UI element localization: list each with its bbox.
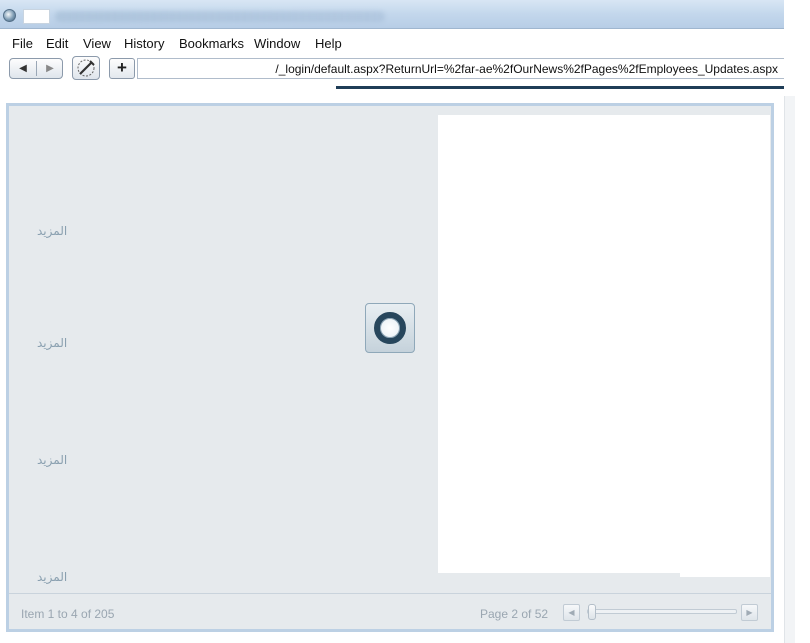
chevron-right-icon: ▶: [746, 608, 753, 617]
loading-indicator: [365, 303, 415, 353]
settings-brush-icon: [77, 59, 95, 77]
loading-ring-icon: [374, 312, 406, 344]
window-title-bar: [0, 0, 784, 29]
more-link[interactable]: المزيد: [37, 336, 67, 350]
vertical-scrollbar[interactable]: [784, 96, 795, 643]
item-range-label: Item 1 to 4 of 205: [21, 607, 115, 621]
pager-footer: Item 1 to 4 of 205 Page 2 of 52 ◀ ▶: [9, 593, 771, 630]
browser-app-icon[interactable]: [3, 9, 16, 22]
chevron-left-icon: ◀: [568, 608, 575, 617]
menu-edit[interactable]: Edit: [46, 36, 68, 51]
address-bar[interactable]: [137, 58, 784, 79]
news-panel: المزيد المزيد المزيد المزيد Item 1 to 4 …: [6, 103, 774, 632]
forward-arrow-icon: ▶: [46, 63, 54, 74]
back-button[interactable]: ◀: [10, 59, 36, 78]
menu-window[interactable]: Window: [254, 36, 300, 51]
url-host-redacted: [142, 62, 238, 75]
menu-bookmarks[interactable]: Bookmarks: [179, 36, 244, 51]
back-arrow-icon: ◀: [19, 63, 27, 74]
menu-history[interactable]: History: [124, 36, 164, 51]
window-title-redacted: [55, 11, 385, 22]
next-page-button[interactable]: ▶: [741, 604, 758, 621]
menu-file[interactable]: File: [12, 36, 33, 51]
settings-button[interactable]: [72, 56, 100, 80]
more-link[interactable]: المزيد: [37, 453, 67, 467]
page-status-label: Page 2 of 52: [480, 607, 549, 621]
new-tab-button[interactable]: +: [109, 58, 135, 79]
previous-page-button[interactable]: ◀: [563, 604, 580, 621]
more-link[interactable]: المزيد: [37, 224, 67, 238]
page-load-progress: [336, 86, 784, 89]
menu-help[interactable]: Help: [315, 36, 342, 51]
more-link[interactable]: المزيد: [37, 570, 67, 584]
title-box: [23, 9, 50, 24]
back-forward-group: ◀ ▶: [9, 58, 63, 79]
page-slider-track[interactable]: [587, 609, 737, 614]
forward-button[interactable]: ▶: [37, 59, 63, 78]
navigation-toolbar: ◀ ▶ +: [0, 56, 784, 86]
menu-bar: File Edit View History Bookmarks Window …: [0, 29, 784, 55]
menu-view[interactable]: View: [83, 36, 111, 51]
content-pane-edge: [680, 573, 770, 577]
news-content-pane: [438, 115, 770, 577]
page-slider-thumb[interactable]: [587, 604, 596, 620]
